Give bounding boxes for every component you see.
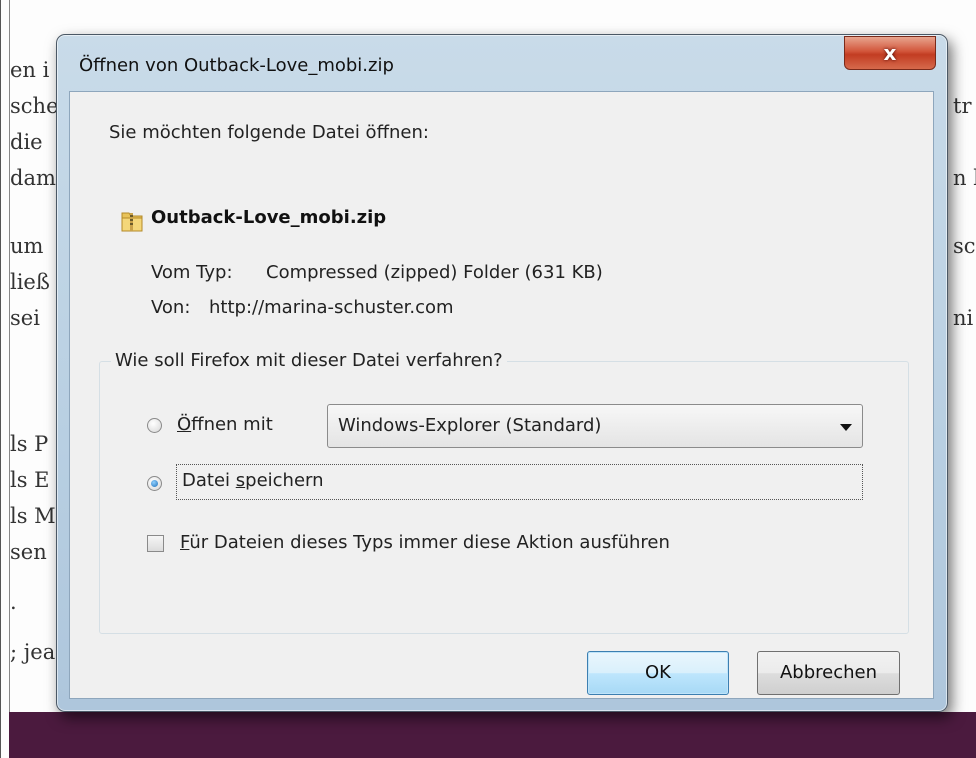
save-file-label-pre: Datei — [182, 470, 236, 491]
background-text: ließ — [10, 270, 50, 294]
cancel-button[interactable]: Abbrechen — [757, 651, 900, 695]
background-text: ni — [953, 306, 974, 330]
background-text: sche — [10, 94, 59, 118]
background-text: sen — [10, 540, 47, 564]
file-type-label: Vom Typ: — [151, 262, 233, 283]
open-with-selected-app: Windows-Explorer (Standard) — [338, 415, 602, 436]
background-text: ; jea — [10, 640, 56, 664]
background-text: ls E — [10, 468, 50, 492]
background-text: dam — [10, 166, 56, 190]
background-text: ls M — [10, 504, 56, 528]
file-type-value: Compressed (zipped) Folder (631 KB) — [266, 262, 603, 283]
open-with-radio[interactable] — [147, 418, 162, 433]
dropdown-arrow-icon — [840, 424, 852, 431]
zip-folder-icon — [121, 212, 143, 232]
background-text: die — [10, 130, 43, 154]
save-file-label[interactable]: Datei speichern — [182, 470, 324, 491]
page-footer-bar — [9, 712, 976, 758]
always-mnemonic: F — [180, 532, 190, 553]
dialog-title: Öffnen von Outback-Love_mobi.zip — [79, 55, 394, 76]
ok-button[interactable]: OK — [587, 651, 729, 695]
background-text: sei — [10, 306, 40, 330]
open-with-label[interactable]: Öffnen mit — [177, 414, 273, 435]
file-source-label: Von: — [151, 297, 191, 318]
always-do-this-label[interactable]: Für Dateien dieses Typs immer diese Akti… — [180, 532, 670, 553]
background-text: n l — [953, 166, 976, 190]
action-question: Wie soll Firefox mit dieser Datei verfah… — [111, 350, 507, 371]
file-name: Outback-Love_mobi.zip — [151, 207, 387, 228]
background-text: um — [10, 234, 44, 258]
background-text: en i — [10, 58, 50, 82]
dialog-prompt: Sie möchten folgende Datei öffnen: — [109, 122, 429, 143]
dialog-body: Sie möchten folgende Datei öffnen: Outba… — [69, 91, 934, 699]
save-file-radio[interactable] — [147, 476, 162, 491]
open-file-dialog: Öffnen von Outback-Love_mobi.zip x Sie m… — [56, 34, 948, 712]
open-with-mnemonic: Ö — [177, 414, 192, 435]
always-do-this-checkbox[interactable] — [147, 535, 164, 552]
always-label-text: ür Dateien dieses Typs immer diese Aktio… — [189, 532, 670, 553]
background-text: tr — [953, 94, 972, 118]
close-icon: x — [883, 41, 897, 65]
background-text: . — [10, 590, 17, 614]
file-source-value: http://marina-schuster.com — [209, 297, 454, 318]
save-file-mnemonic: s — [235, 470, 246, 491]
save-file-label-text: peichern — [245, 470, 324, 491]
open-with-label-text: ffnen mit — [191, 414, 273, 435]
background-text: ls P — [10, 432, 49, 456]
close-button[interactable]: x — [844, 36, 936, 70]
background-text: sc — [953, 234, 976, 258]
open-with-select[interactable]: Windows-Explorer (Standard) — [327, 404, 863, 448]
